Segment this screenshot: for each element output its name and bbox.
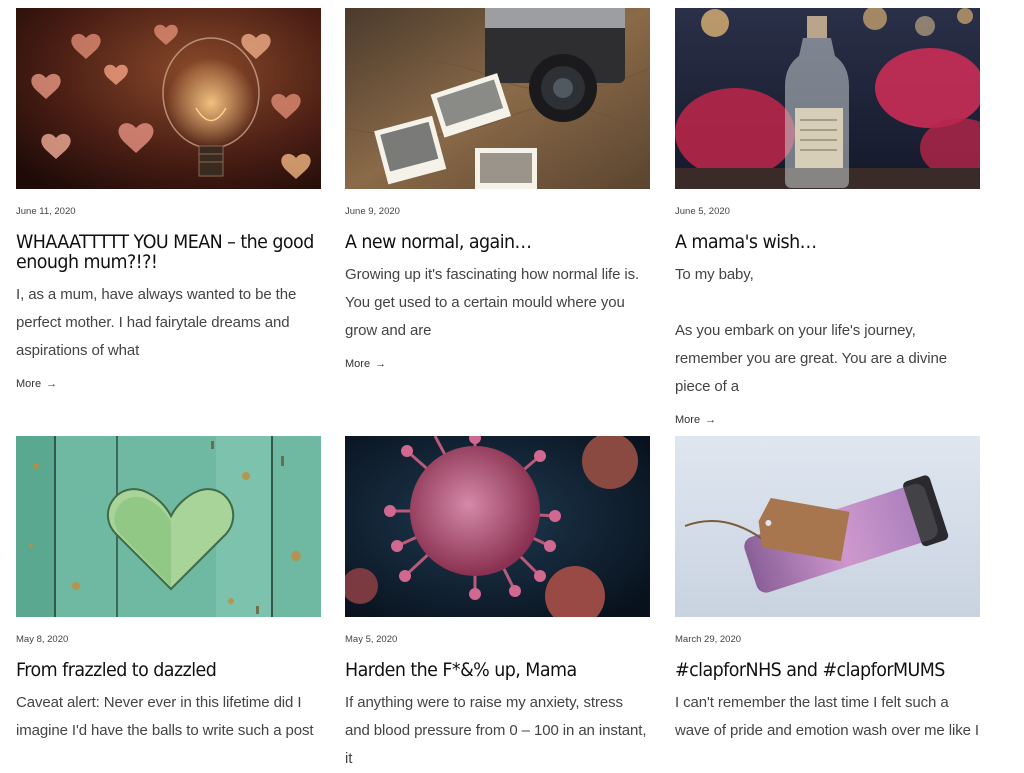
more-link[interactable]: More →	[675, 414, 716, 426]
post-card: June 5, 2020 A mama's wish… To my baby, …	[675, 8, 980, 428]
camera-polaroids-image	[345, 8, 650, 189]
post-date: June 11, 2020	[16, 206, 76, 217]
post-date: March 29, 2020	[675, 634, 742, 645]
post-title: WHAAATTTTT YOU MEAN – the good enough mu…	[16, 232, 320, 272]
more-label: More	[16, 378, 42, 390]
post-card: March 29, 2020 #clapforNHS and #clapforM…	[675, 436, 980, 745]
post-date: June 5, 2020	[675, 206, 730, 217]
post-date: May 8, 2020	[16, 634, 69, 645]
post-thumbnail[interactable]	[16, 436, 321, 617]
galaxy-jar-image	[675, 436, 980, 617]
post-card: May 5, 2020 Harden the F*&% up, Mama If …	[345, 436, 650, 773]
post-thumbnail[interactable]	[675, 436, 980, 617]
post-card: May 8, 2020 From frazzled to dazzled Cav…	[16, 436, 321, 745]
post-thumbnail[interactable]	[345, 436, 650, 617]
post-title: A mama's wish…	[675, 232, 979, 252]
more-label: More	[675, 414, 701, 426]
post-excerpt: I, as a mum, have always wanted to be th…	[16, 286, 297, 359]
post-grid: June 11, 2020 WHAAATTTTT YOU MEAN – the …	[0, 0, 1024, 767]
post-title-link[interactable]: WHAAATTTTT YOU MEAN – the good enough mu…	[16, 231, 314, 273]
more-link[interactable]: More →	[16, 378, 57, 390]
post-excerpt: To my baby, As you embark on your life's…	[675, 266, 947, 395]
arrow-right-icon: →	[46, 378, 58, 390]
post-excerpt: Caveat alert: Never ever in this lifetim…	[16, 694, 314, 739]
post-date: May 5, 2020	[345, 634, 398, 645]
arrow-right-icon: →	[705, 414, 717, 426]
more-label: More	[345, 358, 371, 370]
post-title-link[interactable]: A new normal, again…	[345, 231, 532, 253]
post-title-link[interactable]: Harden the F*&% up, Mama	[345, 659, 577, 681]
post-card: June 9, 2020 A new normal, again… Growin…	[345, 8, 650, 372]
post-card: June 11, 2020 WHAAATTTTT YOU MEAN – the …	[16, 8, 321, 392]
post-title: #clapforNHS and #clapforMUMS	[675, 660, 979, 680]
wooden-heart-image	[16, 436, 321, 617]
arrow-right-icon: →	[375, 358, 387, 370]
post-thumbnail[interactable]	[345, 8, 650, 189]
lightbulb-hearts-image	[16, 8, 321, 189]
post-title: A new normal, again…	[345, 232, 649, 252]
post-title: From frazzled to dazzled	[16, 660, 320, 680]
post-thumbnail[interactable]	[16, 8, 321, 189]
post-date: June 9, 2020	[345, 206, 400, 217]
message-bottle-image	[675, 8, 980, 189]
post-title: Harden the F*&% up, Mama	[345, 660, 649, 680]
post-title-link[interactable]: A mama's wish…	[675, 231, 817, 253]
coronavirus-image	[345, 436, 650, 617]
post-thumbnail[interactable]	[675, 8, 980, 189]
post-title-link[interactable]: From frazzled to dazzled	[16, 659, 217, 681]
post-title-link[interactable]: #clapforNHS and #clapforMUMS	[675, 659, 945, 681]
post-excerpt: Growing up it's fascinating how normal l…	[345, 266, 640, 339]
post-excerpt: If anything were to raise my anxiety, st…	[345, 694, 647, 767]
more-link[interactable]: More →	[345, 358, 386, 370]
post-excerpt: I can't remember the last time I felt su…	[675, 694, 979, 739]
